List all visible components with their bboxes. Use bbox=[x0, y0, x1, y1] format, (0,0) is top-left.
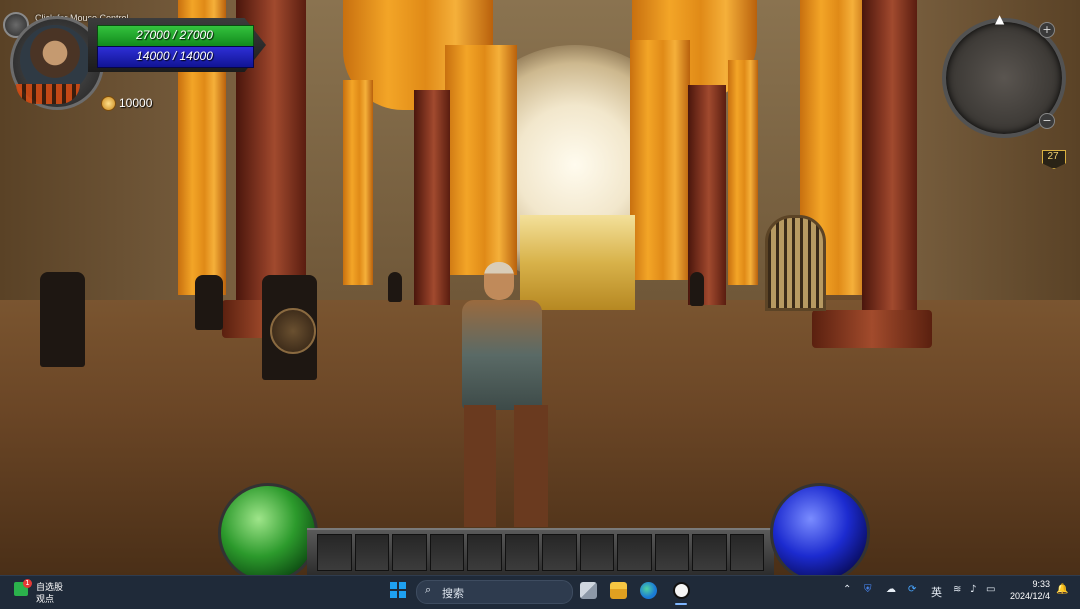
level-number: 27 bbox=[1047, 151, 1059, 162]
pillar-base bbox=[812, 310, 932, 348]
search-placeholder: 搜索 bbox=[442, 588, 464, 600]
skill-slot[interactable] bbox=[317, 534, 352, 571]
taskbar-date[interactable]: 2024/12/4 bbox=[1002, 591, 1050, 601]
skill-slot[interactable] bbox=[392, 534, 427, 571]
curtain bbox=[445, 45, 517, 275]
golden-throne bbox=[520, 215, 635, 310]
enemy-soldier[interactable] bbox=[388, 272, 402, 302]
health-text: 27000 / 27000 bbox=[136, 28, 213, 42]
portrait-ornament bbox=[16, 84, 80, 104]
show-hidden-icons-chevron-icon[interactable]: ⌃ bbox=[843, 584, 851, 595]
notification-bell-icon[interactable]: 🔔 bbox=[1056, 584, 1068, 595]
gold-amount: 10000 bbox=[119, 96, 153, 110]
player-character-head bbox=[484, 262, 514, 300]
curtain bbox=[343, 80, 373, 285]
enemy-soldier[interactable] bbox=[40, 272, 85, 367]
health-globe bbox=[218, 483, 318, 583]
enemy-shield bbox=[270, 308, 316, 354]
edge-browser-icon[interactable] bbox=[640, 582, 657, 599]
enemy-soldier[interactable] bbox=[690, 272, 704, 306]
sync-icon[interactable]: ⟳ bbox=[908, 584, 916, 595]
player-character-legs bbox=[462, 405, 552, 527]
file-explorer-icon[interactable] bbox=[610, 582, 627, 599]
minimap-zoom-out-button[interactable]: − bbox=[1039, 113, 1055, 129]
pillar bbox=[414, 90, 450, 305]
curtain bbox=[630, 40, 690, 280]
volume-icon[interactable]: ♪ bbox=[970, 584, 976, 595]
skill-slot[interactable] bbox=[354, 534, 389, 571]
active-app-indicator bbox=[675, 603, 687, 605]
notification-badge: 1 bbox=[23, 579, 32, 588]
skill-slot[interactable] bbox=[429, 534, 464, 571]
barred-gate bbox=[765, 215, 826, 311]
search-icon: ⌕ bbox=[425, 583, 432, 596]
battery-icon[interactable]: ▭ bbox=[986, 584, 995, 595]
gold-coin-icon bbox=[101, 96, 116, 111]
ime-indicator[interactable]: 英 bbox=[931, 584, 942, 600]
wifi-icon[interactable]: ≋ bbox=[953, 584, 961, 595]
skill-slot[interactable] bbox=[729, 534, 764, 571]
onedrive-cloud-icon[interactable]: ☁ bbox=[886, 584, 896, 595]
pillar bbox=[862, 0, 917, 315]
windows-start-icon[interactable] bbox=[390, 582, 406, 598]
skill-slot[interactable] bbox=[504, 534, 539, 571]
stock-widget-subtitle[interactable]: 观点 bbox=[36, 592, 54, 605]
task-view-icon[interactable] bbox=[580, 582, 597, 599]
curtain bbox=[728, 60, 758, 285]
skill-slot[interactable] bbox=[579, 534, 614, 571]
enemy-soldier[interactable] bbox=[195, 275, 223, 330]
unreal-engine-icon[interactable] bbox=[673, 582, 690, 599]
game-viewport[interactable] bbox=[0, 0, 1080, 575]
minimap-zoom-in-button[interactable]: + bbox=[1039, 22, 1055, 38]
mana-globe bbox=[770, 483, 870, 583]
skill-slot[interactable] bbox=[542, 534, 577, 571]
mana-text: 14000 / 14000 bbox=[136, 49, 213, 63]
compass-north-icon: ▲ bbox=[995, 12, 1005, 26]
skill-slot[interactable] bbox=[467, 534, 502, 571]
skill-slot[interactable] bbox=[617, 534, 652, 571]
taskbar-search-box[interactable] bbox=[416, 580, 573, 604]
security-shield-icon[interactable]: ⛨ bbox=[864, 584, 872, 595]
player-character bbox=[462, 300, 542, 410]
taskbar-clock[interactable]: 9:33 bbox=[1012, 579, 1050, 589]
skill-bar bbox=[307, 528, 774, 575]
skill-slot[interactable] bbox=[654, 534, 689, 571]
skill-slot[interactable] bbox=[692, 534, 727, 571]
